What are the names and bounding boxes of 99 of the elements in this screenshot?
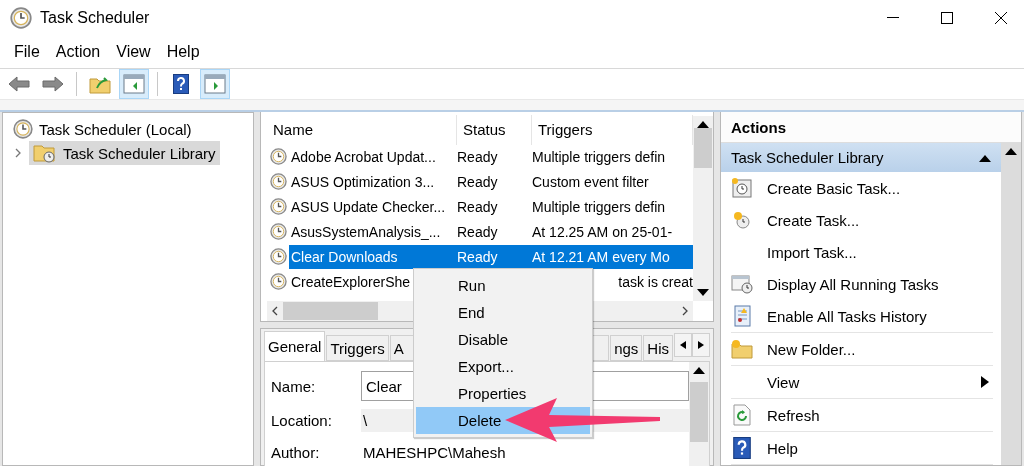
table-cell-text: Multiple triggers defin	[531, 198, 667, 215]
up-caret-icon	[1005, 147, 1017, 155]
table-cell-text: Ready	[456, 173, 499, 190]
table-cell-text: Clear Downloads	[290, 248, 399, 265]
tab[interactable]: His	[643, 335, 673, 361]
scrollbar[interactable]	[1001, 143, 1021, 465]
clock-icon	[733, 211, 751, 229]
menu-item[interactable]: View	[108, 43, 159, 61]
command-link[interactable]: Help	[731, 432, 993, 464]
new-folder-icon	[731, 339, 753, 359]
pane-icon	[123, 74, 145, 94]
table-cell-text: Ready	[456, 223, 499, 240]
tab[interactable]: General	[264, 331, 326, 361]
back-icon	[8, 76, 30, 92]
menu-item[interactable]: File	[6, 43, 48, 61]
tab-scroll-right-button[interactable]	[692, 333, 710, 357]
close-icon	[994, 11, 1008, 25]
menu-item[interactable]: Export...	[416, 353, 590, 380]
tab[interactable]: ngs	[610, 335, 643, 361]
up-caret-icon	[693, 366, 705, 374]
notebook-icon	[733, 305, 751, 327]
calendar-clock-icon	[732, 178, 752, 198]
clock-icon	[269, 148, 287, 165]
table-cell-text: CreateExplorerShe	[290, 273, 412, 290]
scrollbar[interactable]	[689, 362, 709, 466]
table-cell-text: Ready	[456, 198, 499, 215]
clock-icon	[13, 119, 33, 139]
tree-label: Task Scheduler (Local)	[39, 120, 192, 138]
menu-item[interactable]: Run	[416, 272, 590, 299]
left-triangle-icon	[680, 341, 686, 349]
task-row[interactable]: ASUS Optimization 3... Ready Custom event filter	[289, 169, 693, 194]
table-cell-text: ASUS Update Checker...	[290, 198, 447, 215]
table-cell-text: Custom event filter	[531, 173, 650, 190]
clock-icon	[269, 198, 287, 215]
forward-icon	[42, 76, 64, 92]
menu-item[interactable]: Action	[47, 43, 109, 61]
help-icon	[733, 437, 751, 459]
submenu-arrow-icon	[981, 376, 989, 388]
column-header[interactable]: Status	[457, 115, 532, 145]
field-label: Location:	[271, 411, 333, 429]
command-link[interactable]: Import Task...	[731, 236, 993, 268]
clock-icon	[269, 273, 287, 290]
command-link[interactable]: New Folder...	[731, 333, 993, 365]
task-row[interactable]: Clear Downloads Ready At 12.21 AM every Mo	[289, 244, 693, 269]
table-cell-text: At 12.25 AM on 25-01-	[531, 223, 674, 240]
pane-icon	[204, 74, 226, 94]
field-label: Author:	[271, 443, 321, 461]
task-row[interactable]: ASUS Update Checker... Ready Multiple triggers defin	[289, 194, 693, 219]
menu-item[interactable]: Disable	[416, 326, 590, 353]
command-link[interactable]: Create Task...	[731, 204, 993, 236]
clock-icon	[269, 248, 287, 265]
tree-label: Task Scheduler Library	[63, 144, 216, 162]
command-link[interactable]: Display All Running Tasks	[731, 268, 993, 300]
right-triangle-icon	[698, 341, 704, 349]
command-link[interactable]: Enable All Tasks History	[731, 300, 993, 332]
scroll-thumb[interactable]	[283, 302, 378, 320]
tree-item[interactable]: Task Scheduler Library	[29, 141, 220, 165]
expand-chevron-icon[interactable]	[13, 147, 23, 159]
command-link[interactable]: Create Basic Task...	[731, 172, 993, 204]
table-cell-text: Ready	[456, 248, 499, 265]
menu-item[interactable]: End	[416, 299, 590, 326]
scrollbar[interactable]	[693, 116, 713, 301]
table-cell-text: At 12.21 AM every Mo	[531, 248, 671, 265]
tree-item[interactable]: Task Scheduler (Local)	[9, 117, 196, 141]
task-row[interactable]: Adobe Acrobat Updat... Ready Multiple triggers defin	[289, 144, 693, 169]
field-label: Name:	[271, 377, 317, 395]
table-cell-text: Multiple triggers defin	[531, 148, 667, 165]
window-clock-icon	[731, 274, 753, 294]
scroll-thumb[interactable]	[690, 382, 708, 442]
command-link[interactable]: Refresh	[731, 399, 993, 431]
down-caret-icon	[697, 289, 709, 297]
table-cell-text: Ready	[456, 148, 499, 165]
scroll-thumb[interactable]	[694, 128, 712, 168]
left-chevron-icon[interactable]	[271, 306, 279, 316]
folder-clock-icon	[33, 143, 57, 163]
clock-icon	[269, 223, 287, 240]
section-header[interactable]: Task Scheduler Library	[721, 143, 1001, 172]
table-cell-text: AsusSystemAnalysis_...	[290, 223, 442, 240]
clock-icon	[10, 7, 32, 29]
right-chevron-icon[interactable]	[681, 306, 689, 316]
column-header[interactable]: Name	[267, 115, 457, 145]
table-cell-text: Adobe Acrobat Updat...	[290, 148, 437, 165]
tab[interactable]: Triggers	[326, 335, 389, 361]
menu-item[interactable]: Properties	[416, 380, 590, 407]
table-cell-text: ASUS Optimization 3...	[290, 173, 436, 190]
command-link[interactable]: View	[731, 366, 993, 398]
folder-icon	[89, 74, 111, 94]
maximize-icon	[941, 12, 953, 24]
refresh-icon	[733, 404, 751, 426]
minimize-icon	[887, 17, 899, 19]
tab-scroll-left-button[interactable]	[674, 333, 692, 357]
menu-item[interactable]: Help	[158, 43, 208, 61]
help-icon	[173, 74, 189, 94]
field-value: MAHESHPC\Mahesh	[362, 442, 507, 463]
table-cell-text: task is creat	[617, 273, 693, 290]
window-title: Task Scheduler	[40, 9, 151, 27]
up-caret-icon	[979, 153, 991, 162]
clock-icon	[269, 173, 287, 190]
task-row[interactable]: AsusSystemAnalysis_... Ready At 12.25 AM on 25-01-	[289, 219, 693, 244]
